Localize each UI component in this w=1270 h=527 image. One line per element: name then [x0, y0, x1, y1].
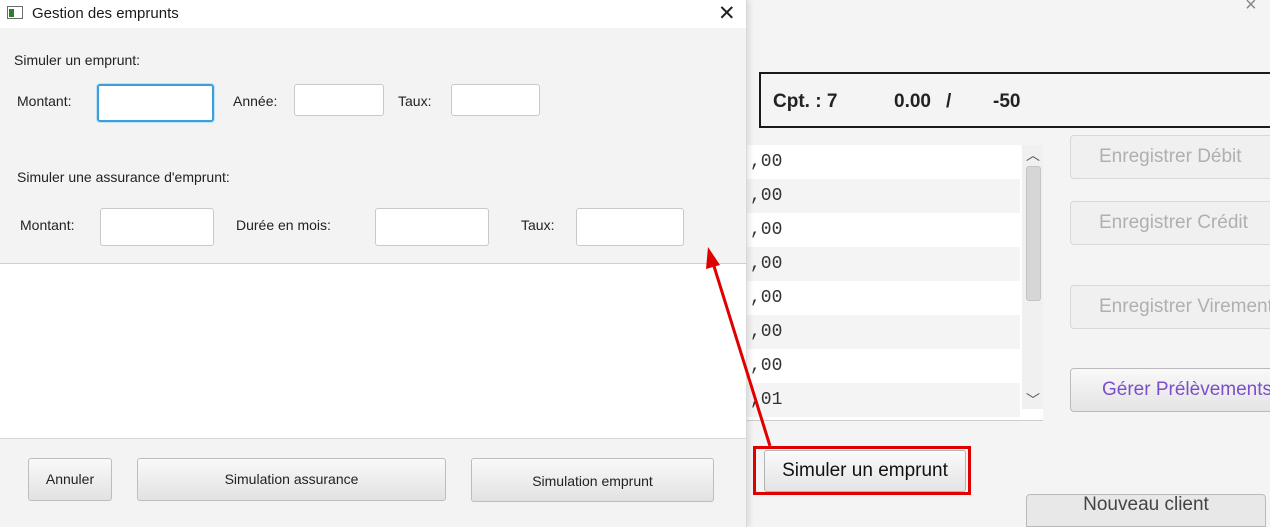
- arrow-line: [711, 262, 772, 447]
- arrow-head: [706, 247, 720, 269]
- annotation-arrow: [706, 247, 772, 447]
